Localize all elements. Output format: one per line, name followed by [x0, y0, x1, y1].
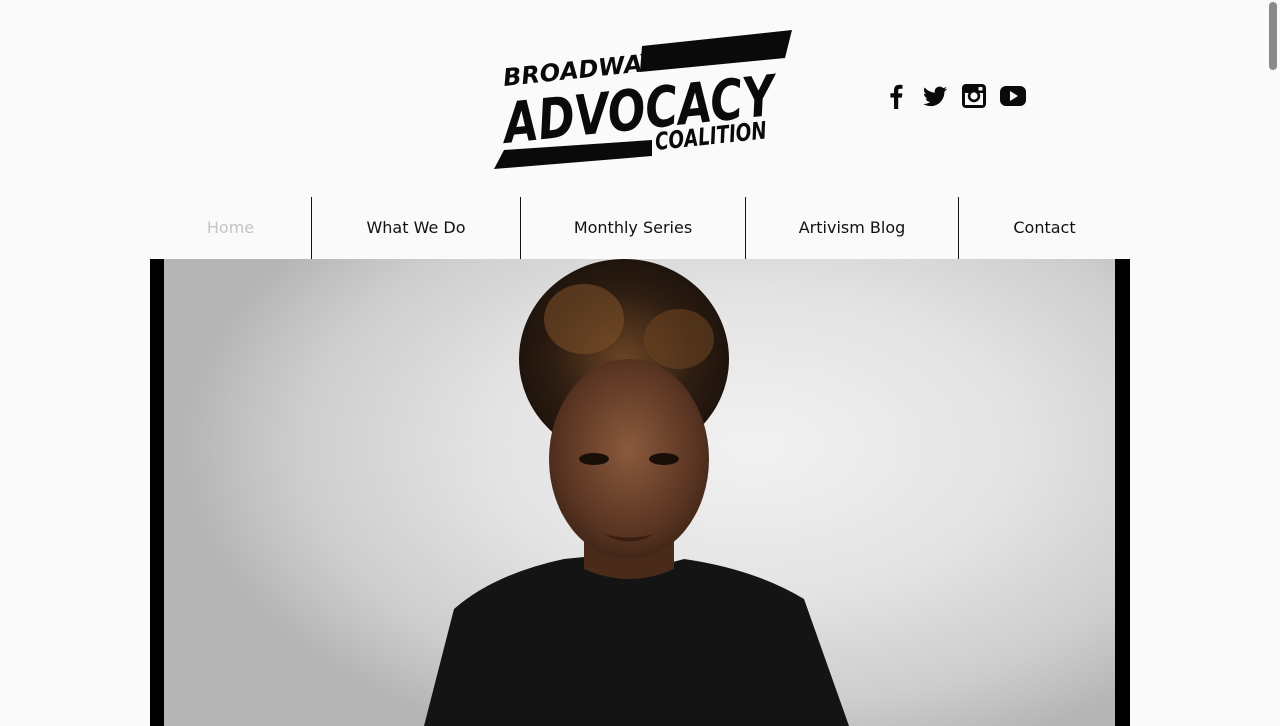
video-person-image: [424, 259, 849, 726]
facebook-icon: [890, 84, 903, 109]
nav-contact-label: Contact: [1013, 218, 1076, 237]
page: BROADWAY ADVOCACY COALITION Home What We…: [0, 0, 1280, 726]
instagram-icon: [962, 84, 986, 108]
nav-monthly-series[interactable]: Monthly Series: [520, 197, 745, 259]
site-logo[interactable]: BROADWAY ADVOCACY COALITION: [492, 28, 794, 172]
hero-video[interactable]: [150, 259, 1130, 726]
nav-home-label: Home: [206, 218, 255, 237]
nav-monthly-series-label: Monthly Series: [573, 218, 693, 237]
nav-artivism-blog-label: Artivism Blog: [798, 218, 906, 237]
twitter-link[interactable]: [921, 82, 949, 110]
twitter-icon: [923, 86, 947, 107]
youtube-link[interactable]: [999, 82, 1027, 110]
nav-contact[interactable]: Contact: [958, 197, 1130, 259]
nav-what-we-do[interactable]: What We Do: [311, 197, 520, 259]
nav-what-we-do-label: What We Do: [366, 218, 466, 237]
social-bar: [882, 82, 1027, 110]
facebook-link[interactable]: [882, 82, 910, 110]
main-nav: Home What We Do Monthly Series Artivism …: [150, 197, 1130, 259]
nav-artivism-blog[interactable]: Artivism Blog: [745, 197, 958, 259]
instagram-link[interactable]: [960, 82, 988, 110]
video-frame: [164, 259, 1115, 726]
scrollbar-thumb[interactable]: [1269, 2, 1277, 70]
youtube-icon: [1000, 86, 1026, 106]
page-scrollbar[interactable]: [1266, 0, 1280, 726]
nav-home[interactable]: Home: [150, 197, 311, 259]
